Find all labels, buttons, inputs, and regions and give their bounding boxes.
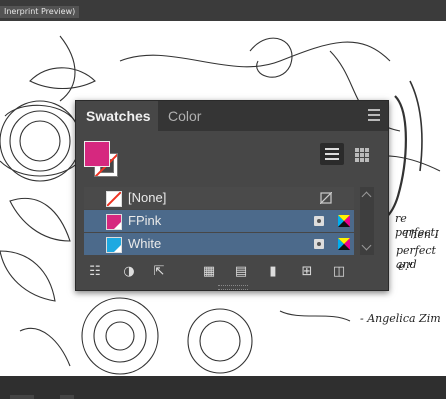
fpink-swatch-icon xyxy=(106,214,122,230)
swatch-row-none[interactable]: [None] xyxy=(84,187,354,209)
spot-color-icon xyxy=(314,216,324,226)
swatch-library-menu-icon[interactable]: ☷ xyxy=(86,263,104,281)
place-swatch-icon[interactable]: ⇱ xyxy=(150,263,168,281)
quote-attribution: - Angelica Zim xyxy=(360,312,441,325)
fill-swatch-icon[interactable] xyxy=(84,141,110,167)
swatch-row-white[interactable]: White xyxy=(84,233,354,255)
fill-stroke-indicator[interactable] xyxy=(84,141,124,181)
panel-menu-icon[interactable] xyxy=(368,109,380,121)
peony-flower-bottom xyxy=(81,297,253,375)
panel-bottom-toolbar: ☷ ◑ ⇱ ▦ ▤ ▮ ⊞ ◫ xyxy=(76,261,388,283)
swatch-row-fpink[interactable]: FPink xyxy=(84,210,354,232)
grid-view-button[interactable] xyxy=(350,143,374,165)
spot-color-icon xyxy=(314,239,324,249)
swatch-list: [None] FPink White xyxy=(84,187,354,255)
swatch-name: White xyxy=(128,236,162,251)
swatch-list-scrollbar[interactable] xyxy=(360,187,374,255)
cmyk-icon xyxy=(338,238,350,250)
new-color-group-icon[interactable]: ▮ xyxy=(264,263,282,281)
swatch-options-icon[interactable]: ▤ xyxy=(232,263,250,281)
show-kinds-icon[interactable]: ◑ xyxy=(120,263,138,281)
none-swatch-icon xyxy=(106,191,122,207)
delete-swatch-icon[interactable]: ◫ xyxy=(330,263,348,281)
no-edit-icon xyxy=(320,192,332,204)
quote-line-2: Then I xyxy=(403,228,439,241)
peony-flower-top xyxy=(0,100,81,182)
document-tab[interactable]: Inerprint Preview) xyxy=(0,6,80,18)
swatch-name: FPink xyxy=(128,213,162,228)
list-view-button[interactable] xyxy=(320,143,344,165)
panel-tab-bar: Swatches Color xyxy=(76,101,388,131)
tab-swatches[interactable]: Swatches xyxy=(76,101,158,131)
swatch-group-icon[interactable]: ▦ xyxy=(200,263,218,281)
scroll-down-icon[interactable] xyxy=(361,240,372,251)
status-segment xyxy=(60,395,74,399)
status-bar xyxy=(0,376,446,399)
quote-line-4: e." xyxy=(398,260,414,273)
new-swatch-icon[interactable]: ⊞ xyxy=(298,263,316,281)
tab-color[interactable]: Color xyxy=(158,101,211,131)
cmyk-icon xyxy=(338,215,350,227)
swatches-panel: Swatches Color [None] FPink White ☷ ◑ ⇱ … xyxy=(75,100,389,291)
swatch-name: [None] xyxy=(128,190,167,205)
status-segment xyxy=(10,395,34,399)
document-tab-bar: Inerprint Preview) xyxy=(0,0,446,21)
panel-resize-grip[interactable] xyxy=(218,285,248,290)
white-swatch-icon xyxy=(106,237,122,253)
scroll-up-icon[interactable] xyxy=(361,191,372,202)
